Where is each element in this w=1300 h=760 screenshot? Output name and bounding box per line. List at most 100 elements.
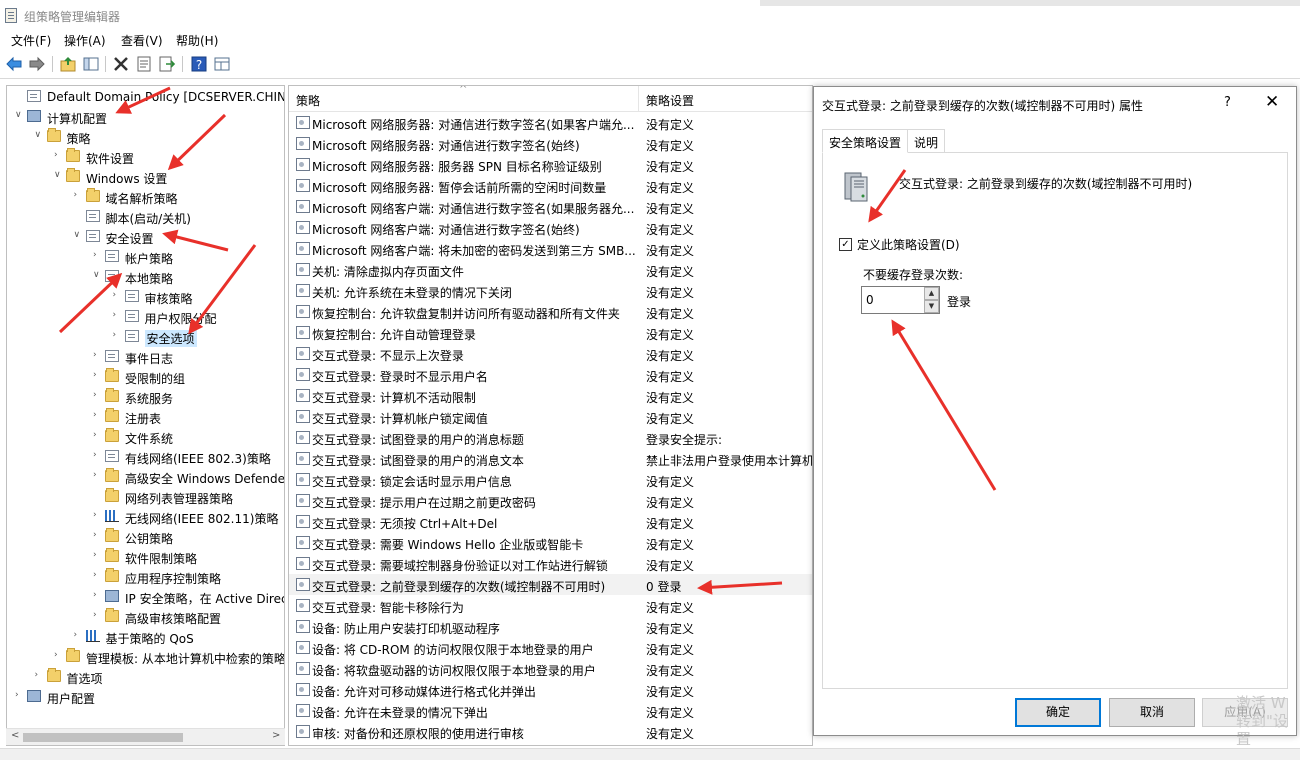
expanded-chevron-icon[interactable]: ∨: [74, 230, 84, 240]
define-policy-label[interactable]: 定义此策略设置(D): [857, 236, 960, 253]
show-tree-icon[interactable]: [82, 55, 100, 73]
collapsed-chevron-icon[interactable]: ›: [54, 150, 64, 160]
tree-item[interactable]: › 基于策略的 QoS: [7, 627, 284, 647]
policy-row[interactable]: 交互式登录: 提示用户在过期之前更改密码 没有定义: [289, 490, 812, 511]
policy-row[interactable]: 交互式登录: 智能卡移除行为 没有定义: [289, 595, 812, 616]
scroll-left-icon[interactable]: <: [11, 730, 19, 741]
delete-icon[interactable]: [112, 55, 130, 73]
policy-row[interactable]: 交互式登录: 登录时不显示用户名 没有定义: [289, 364, 812, 385]
tree-item[interactable]: ∨ Windows 设置: [7, 167, 284, 187]
policy-row[interactable]: 交互式登录: 无须按 Ctrl+Alt+Del 没有定义: [289, 511, 812, 532]
tree-item[interactable]: › 软件设置: [7, 147, 284, 167]
properties-icon[interactable]: [135, 55, 153, 73]
spin-down-icon[interactable]: ▼: [924, 300, 939, 313]
policy-row[interactable]: 设备: 允许对可移动媒体进行格式化并弹出 没有定义: [289, 679, 812, 700]
collapsed-chevron-icon[interactable]: ›: [93, 450, 103, 460]
collapsed-chevron-icon[interactable]: ›: [93, 430, 103, 440]
policy-row[interactable]: 恢复控制台: 允许自动管理登录 没有定义: [289, 322, 812, 343]
tree-item[interactable]: › 有线网络(IEEE 802.3)策略: [7, 447, 284, 467]
tree-item[interactable]: › 系统服务: [7, 387, 284, 407]
policy-row[interactable]: 设备: 将软盘驱动器的访问权限仅限于本地登录的用户 没有定义: [289, 658, 812, 679]
column-divider[interactable]: [638, 86, 639, 112]
scroll-right-icon[interactable]: >: [272, 730, 280, 741]
policy-row[interactable]: 关机: 清除虚拟内存页面文件 没有定义: [289, 259, 812, 280]
tree-item[interactable]: › 审核策略: [7, 287, 284, 307]
tree-item[interactable]: ∨ 策略: [7, 127, 284, 147]
up-folder-icon[interactable]: [59, 55, 77, 73]
tree-item[interactable]: › 公钥策略: [7, 527, 284, 547]
tree-item[interactable]: › 帐户策略: [7, 247, 284, 267]
collapsed-chevron-icon[interactable]: ›: [113, 310, 123, 320]
tree-item[interactable]: › 受限制的组: [7, 367, 284, 387]
expanded-chevron-icon[interactable]: ∨: [35, 130, 45, 140]
cancel-button[interactable]: 取消: [1109, 698, 1195, 727]
policy-row[interactable]: 设备: 将 CD-ROM 的访问权限仅限于本地登录的用户 没有定义: [289, 637, 812, 658]
forward-arrow-icon[interactable]: [28, 55, 46, 73]
policy-row[interactable]: Microsoft 网络客户端: 对通信进行数字签名(如果服务器允... 没有定义: [289, 196, 812, 217]
policy-row[interactable]: 关机: 允许系统在未登录的情况下关闭 没有定义: [289, 280, 812, 301]
collapsed-chevron-icon[interactable]: ›: [93, 610, 103, 620]
collapsed-chevron-icon[interactable]: ›: [93, 590, 103, 600]
tree-item[interactable]: › 应用程序控制策略: [7, 567, 284, 587]
tree-item[interactable]: Default Domain Policy [DCSERVER.CHINASK: [7, 87, 284, 107]
cache-logons-spinner[interactable]: ▲ ▼: [924, 287, 939, 313]
collapsed-chevron-icon[interactable]: ›: [93, 390, 103, 400]
menu-view[interactable]: 查看(V): [121, 32, 163, 49]
policy-row[interactable]: Microsoft 网络客户端: 将未加密的密码发送到第三方 SMB... 没有定…: [289, 238, 812, 259]
scrollbar-thumb[interactable]: [23, 733, 183, 742]
tree-item[interactable]: › 安全选项: [7, 327, 284, 347]
tree-item[interactable]: › 用户配置: [7, 687, 284, 707]
tree-item[interactable]: 网络列表管理器策略: [7, 487, 284, 507]
tree-item[interactable]: ∨ 本地策略: [7, 267, 284, 287]
collapsed-chevron-icon[interactable]: ›: [93, 470, 103, 480]
tab-explain[interactable]: 说明: [907, 129, 946, 153]
tree-item[interactable]: › 域名解析策略: [7, 187, 284, 207]
tree-horizontal-scrollbar[interactable]: < >: [6, 728, 285, 745]
ok-button[interactable]: 确定: [1015, 698, 1101, 727]
policy-row[interactable]: Microsoft 网络服务器: 对通信进行数字签名(始终) 没有定义: [289, 133, 812, 154]
collapsed-chevron-icon[interactable]: ›: [93, 510, 103, 520]
policy-row[interactable]: 交互式登录: 之前登录到缓存的次数(域控制器不可用时) 0 登录: [289, 574, 812, 595]
collapsed-chevron-icon[interactable]: ›: [15, 690, 25, 700]
collapsed-chevron-icon[interactable]: ›: [93, 570, 103, 580]
policy-row[interactable]: Microsoft 网络服务器: 服务器 SPN 目标名称验证级别 没有定义: [289, 154, 812, 175]
collapsed-chevron-icon[interactable]: ›: [93, 370, 103, 380]
policy-row[interactable]: 设备: 防止用户安装打印机驱动程序 没有定义: [289, 616, 812, 637]
expanded-chevron-icon[interactable]: ∨: [15, 110, 25, 120]
collapsed-chevron-icon[interactable]: ›: [113, 330, 123, 340]
collapsed-chevron-icon[interactable]: ›: [74, 630, 84, 640]
collapsed-chevron-icon[interactable]: ›: [35, 670, 45, 680]
collapsed-chevron-icon[interactable]: ›: [93, 550, 103, 560]
back-arrow-icon[interactable]: [5, 55, 23, 73]
tree-item[interactable]: › 软件限制策略: [7, 547, 284, 567]
policy-row[interactable]: 交互式登录: 试图登录的用户的消息标题 登录安全提示:: [289, 427, 812, 448]
tree-item[interactable]: › 高级安全 Windows Defende: [7, 467, 284, 487]
policy-row[interactable]: 交互式登录: 计算机不活动限制 没有定义: [289, 385, 812, 406]
tree-item[interactable]: ∨ 安全设置: [7, 227, 284, 247]
menu-help[interactable]: 帮助(H): [176, 32, 218, 49]
menu-file[interactable]: 文件(F): [11, 32, 51, 49]
menu-action[interactable]: 操作(A): [64, 32, 106, 49]
define-policy-checkbox[interactable]: ✓: [839, 238, 852, 251]
tree-item[interactable]: › 管理模板: 从本地计算机中检索的策略: [7, 647, 284, 667]
help-icon[interactable]: ?: [190, 55, 208, 73]
tree-item[interactable]: › 无线网络(IEEE 802.11)策略: [7, 507, 284, 527]
export-icon[interactable]: [158, 55, 176, 73]
expanded-chevron-icon[interactable]: ∨: [93, 270, 103, 280]
tree-item[interactable]: › 事件日志: [7, 347, 284, 367]
collapsed-chevron-icon[interactable]: ›: [74, 190, 84, 200]
tree-item[interactable]: › 首选项: [7, 667, 284, 687]
collapsed-chevron-icon[interactable]: ›: [93, 530, 103, 540]
console-tree[interactable]: Default Domain Policy [DCSERVER.CHINASK ∨…: [6, 85, 285, 746]
policy-row[interactable]: 交互式登录: 计算机帐户锁定阈值 没有定义: [289, 406, 812, 427]
policy-row[interactable]: 交互式登录: 锁定会话时显示用户信息 没有定义: [289, 469, 812, 490]
tree-item[interactable]: › 高级审核策略配置: [7, 607, 284, 627]
policy-row[interactable]: Microsoft 网络服务器: 对通信进行数字签名(如果客户端允... 没有定义: [289, 112, 812, 133]
collapsed-chevron-icon[interactable]: ›: [93, 250, 103, 260]
column-policy[interactable]: 策略: [296, 92, 320, 109]
policy-row[interactable]: 审核: 对备份和还原权限的使用进行审核 没有定义: [289, 721, 812, 742]
policy-row[interactable]: 恢复控制台: 允许软盘复制并访问所有驱动器和所有文件夹 没有定义: [289, 301, 812, 322]
tree-item[interactable]: › 用户权限分配: [7, 307, 284, 327]
policy-row[interactable]: 设备: 允许在未登录的情况下弹出 没有定义: [289, 700, 812, 721]
collapsed-chevron-icon[interactable]: ›: [93, 350, 103, 360]
